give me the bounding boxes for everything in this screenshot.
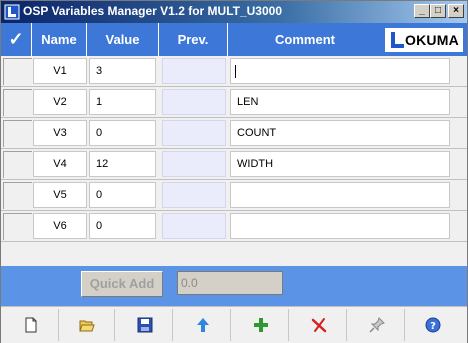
row-value-input[interactable]: 0	[89, 213, 156, 239]
row-selector[interactable]	[3, 89, 32, 116]
okuma-logo: OKUMA	[385, 28, 463, 52]
row-value-input[interactable]: 1	[89, 89, 156, 115]
row-comment-input[interactable]: COUNT	[230, 120, 450, 146]
upload-arrow-icon	[196, 318, 209, 332]
open-button[interactable]	[59, 309, 115, 341]
open-folder-icon	[78, 320, 95, 332]
row-prev	[162, 58, 226, 84]
header-name[interactable]: Name	[32, 23, 87, 56]
row-value-input[interactable]: 0	[89, 120, 156, 146]
window-title: OSP Variables Manager V1.2 for MULT_U300…	[23, 4, 282, 18]
row-prev	[162, 89, 226, 115]
row-name: V4	[33, 151, 87, 177]
row-name: V2	[33, 89, 87, 115]
row-name: V5	[33, 182, 87, 208]
row-selector[interactable]	[3, 120, 32, 147]
table-row: V1 3	[1, 56, 467, 86]
title-bar[interactable]: OSP Variables Manager V1.2 for MULT_U300…	[1, 1, 467, 23]
app-icon	[4, 4, 20, 20]
new-button[interactable]	[3, 309, 59, 341]
row-selector[interactable]	[3, 213, 32, 240]
text-cursor	[235, 64, 236, 78]
row-divider	[1, 241, 467, 242]
save-button[interactable]	[117, 309, 173, 341]
help-icon: ?	[425, 317, 441, 333]
row-name: V6	[33, 213, 87, 239]
delete-button[interactable]	[291, 309, 347, 341]
close-button[interactable]: ×	[448, 4, 464, 18]
okuma-logo-text: OKUMA	[405, 32, 459, 48]
row-prev	[162, 182, 226, 208]
row-selector[interactable]	[3, 151, 32, 178]
maximize-button[interactable]: □	[430, 4, 446, 18]
upload-button[interactable]	[175, 309, 231, 341]
add-plus-icon	[253, 318, 268, 332]
row-prev	[162, 151, 226, 177]
row-prev	[162, 213, 226, 239]
quick-add-input[interactable]: 0.0	[177, 271, 283, 295]
table-row: V3 0 COUNT	[1, 118, 467, 148]
okuma-logo-mark-icon	[391, 32, 404, 48]
table-row: V4 12 WIDTH	[1, 149, 467, 179]
row-name: V1	[33, 58, 87, 84]
row-comment-input[interactable]	[230, 58, 450, 84]
row-value-input[interactable]: 12	[89, 151, 156, 177]
row-value-input[interactable]: 3	[89, 58, 156, 84]
table-row: V6 0	[1, 211, 467, 241]
svg-text:?: ?	[430, 321, 436, 332]
row-comment-input[interactable]	[230, 182, 450, 208]
table-row: V2 1 LEN	[1, 87, 467, 117]
app-window: OSP Variables Manager V1.2 for MULT_U300…	[0, 0, 468, 343]
column-header: ✓ Name Value Prev. Comment OKUMA	[1, 23, 467, 56]
row-comment-input[interactable]	[230, 213, 450, 239]
header-comment[interactable]: Comment	[228, 23, 382, 56]
row-selector[interactable]	[3, 58, 32, 85]
delete-x-icon	[311, 318, 326, 333]
pin-icon	[368, 317, 385, 333]
header-value[interactable]: Value	[87, 23, 159, 56]
select-all-check-icon[interactable]: ✓	[1, 23, 32, 56]
row-value-input[interactable]: 0	[89, 182, 156, 208]
bottom-toolbar: ?	[1, 306, 467, 343]
new-file-icon	[25, 317, 36, 333]
row-comment-input[interactable]: WIDTH	[230, 151, 450, 177]
quick-add-button[interactable]: Quick Add	[81, 271, 163, 297]
help-button[interactable]: ?	[405, 309, 461, 341]
header-prev[interactable]: Prev.	[159, 23, 228, 56]
pin-button[interactable]	[349, 309, 405, 341]
quick-add-bar: Quick Add 0.0	[1, 266, 467, 306]
table-row: V5 0	[1, 180, 467, 210]
window-controls: _ □ ×	[414, 4, 464, 18]
row-comment-input[interactable]: LEN	[230, 89, 450, 115]
row-prev	[162, 120, 226, 146]
row-selector[interactable]	[3, 182, 32, 209]
row-name: V3	[33, 120, 87, 146]
minimize-button[interactable]: _	[414, 4, 430, 18]
add-button[interactable]	[233, 309, 289, 341]
save-icon	[137, 317, 152, 333]
